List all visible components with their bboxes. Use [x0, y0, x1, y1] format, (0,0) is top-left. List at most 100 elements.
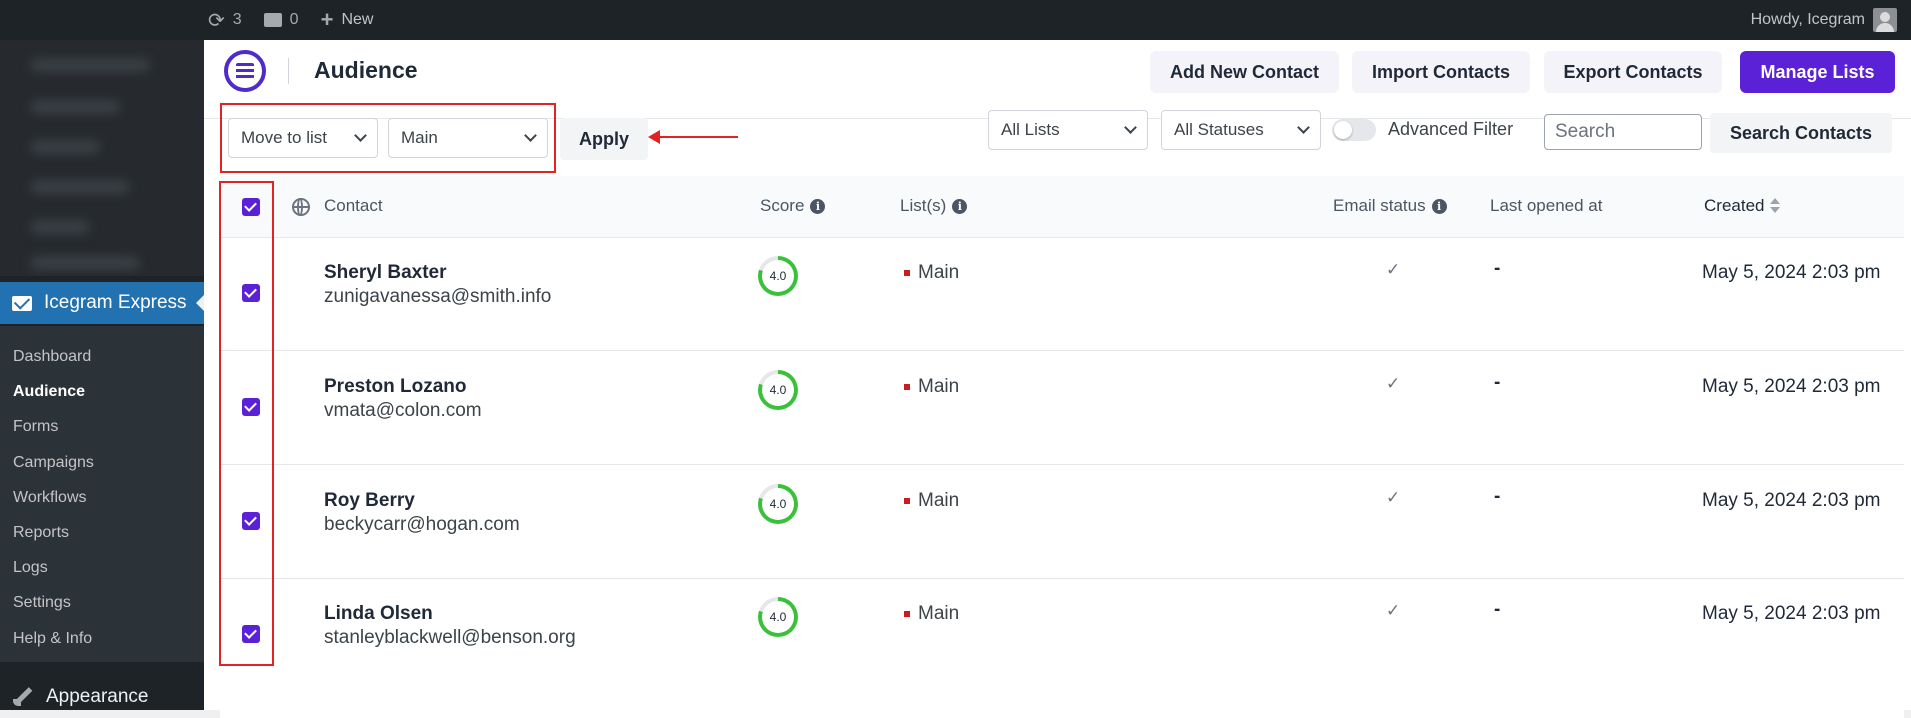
main-panel: Audience Add New Contact Import Contacts… — [204, 40, 1911, 718]
created-date: May 5, 2024 2:03 pm — [1702, 490, 1881, 511]
submenu-audience[interactable]: Audience — [0, 374, 204, 409]
account-menu[interactable]: Howdy, Icegram — [1751, 0, 1897, 40]
last-opened-value: - — [1494, 258, 1501, 279]
column-created[interactable]: Created — [1704, 196, 1781, 216]
apply-button[interactable]: Apply — [560, 118, 648, 160]
list-tag: Main — [904, 490, 959, 512]
list-name: Main — [918, 490, 960, 511]
table-row-partial — [220, 688, 1904, 718]
table-row: Linda Olsen stanleyblackwell@benson.org … — [220, 579, 1904, 692]
export-contacts-button[interactable]: Export Contacts — [1544, 51, 1722, 93]
column-email-status-label: Email status — [1333, 196, 1426, 215]
submenu-reports[interactable]: Reports — [0, 515, 204, 550]
column-lists-label: List(s) — [900, 196, 947, 215]
add-new-contact-button[interactable]: Add New Contact — [1150, 51, 1339, 93]
email-status-check-icon: ✓ — [1386, 488, 1401, 507]
last-opened-value: - — [1494, 599, 1501, 620]
score-ring: 4.0 — [758, 484, 798, 524]
updates-count: 3 — [232, 11, 242, 28]
list-name: Main — [918, 262, 960, 283]
list-name: Main — [918, 376, 960, 397]
table-row: Preston Lozano vmata@colon.com 4.0 Main … — [220, 352, 1904, 465]
info-icon[interactable]: i — [952, 198, 968, 214]
contact-email: vmata@colon.com — [324, 400, 482, 421]
list-dot — [904, 270, 910, 276]
icegram-logo-icon — [224, 50, 266, 92]
column-lists: List(s) i — [900, 196, 968, 216]
info-icon[interactable]: i — [1431, 198, 1447, 214]
table-header: Contact Score i List(s) i Email status i… — [220, 176, 1904, 238]
howdy-text: Howdy, Icegram — [1750, 11, 1865, 28]
refresh-icon: ⟳ — [208, 9, 225, 32]
comments-link[interactable]: 0 — [263, 11, 299, 29]
submenu-help[interactable]: Help & Info — [0, 621, 204, 656]
search-input[interactable] — [1544, 114, 1702, 150]
submenu-logs[interactable]: Logs — [0, 550, 204, 585]
manage-lists-button[interactable]: Manage Lists — [1740, 51, 1895, 93]
plugin-submenu: Dashboard Audience Forms Campaigns Workf… — [0, 326, 204, 662]
import-contacts-button[interactable]: Import Contacts — [1352, 51, 1530, 93]
sidebar-item-label: Appearance — [46, 686, 149, 707]
target-list-select[interactable]: Main — [388, 118, 548, 158]
new-label: New — [341, 11, 374, 28]
column-created-label: Created — [1704, 196, 1765, 215]
created-date: May 5, 2024 2:03 pm — [1702, 262, 1881, 283]
chevron-down-icon — [1297, 121, 1310, 134]
contact-name[interactable]: Roy Berry — [324, 490, 415, 512]
submenu-settings[interactable]: Settings — [0, 585, 204, 620]
status-filter-select[interactable]: All Statuses — [1161, 110, 1321, 150]
score-value: 4.0 — [769, 610, 787, 624]
new-content-link[interactable]: + New — [321, 7, 374, 33]
bulk-action-select[interactable]: Move to list — [228, 118, 378, 158]
score-value: 4.0 — [769, 497, 787, 511]
advanced-filter-label: Advanced Filter — [1388, 119, 1514, 139]
admin-bar: ⟳ 3 0 + New Howdy, Icegram — [0, 0, 1911, 40]
contact-name[interactable]: Linda Olsen — [324, 603, 433, 625]
lists-filter-value: All Lists — [1001, 120, 1060, 139]
sidebar-item-label: Icegram Express — [44, 292, 187, 313]
blurred-menu-region — [0, 40, 204, 276]
info-icon[interactable]: i — [810, 198, 826, 214]
submenu-forms[interactable]: Forms — [0, 409, 204, 444]
score-value: 4.0 — [769, 269, 787, 283]
contact-email: zunigavanessa@smith.info — [324, 286, 552, 307]
table-row: Roy Berry beckycarr@hogan.com 4.0 Main ✓… — [220, 466, 1904, 579]
list-tag: Main — [904, 376, 959, 398]
chevron-down-icon — [524, 129, 537, 142]
comments-count: 0 — [289, 11, 299, 28]
submenu-workflows[interactable]: Workflows — [0, 480, 204, 515]
submenu-dashboard[interactable]: Dashboard — [0, 339, 204, 374]
advanced-filter-toggle[interactable] — [1332, 119, 1376, 141]
admin-sidebar: Icegram Express Dashboard Audience Forms… — [0, 0, 205, 710]
page-title: Audience — [314, 57, 418, 83]
avatar — [1873, 8, 1897, 32]
score-ring: 4.0 — [758, 256, 798, 296]
sidebar-item-appearance[interactable]: Appearance — [0, 680, 204, 714]
table-row: Sheryl Baxter zunigavanessa@smith.info 4… — [220, 238, 1904, 351]
status-filter-value: All Statuses — [1174, 120, 1264, 139]
score-ring: 4.0 — [758, 597, 798, 637]
column-score: Score i — [760, 196, 826, 216]
search-contacts-button[interactable]: Search Contacts — [1710, 113, 1892, 153]
column-contact: Contact — [324, 196, 383, 215]
column-score-label: Score — [760, 196, 805, 215]
list-dot — [904, 498, 910, 504]
chevron-down-icon — [354, 129, 367, 142]
contact-email: beckycarr@hogan.com — [324, 514, 520, 535]
column-email-status: Email status i — [1333, 196, 1447, 216]
sidebar-item-icegram-express[interactable]: Icegram Express — [0, 282, 205, 324]
list-tag: Main — [904, 603, 959, 625]
updates-link[interactable]: ⟳ 3 — [208, 8, 242, 33]
created-date: May 5, 2024 2:03 pm — [1702, 603, 1881, 624]
plus-icon: + — [320, 7, 334, 32]
globe-icon — [292, 198, 310, 216]
submenu-campaigns[interactable]: Campaigns — [0, 445, 204, 480]
sort-icon[interactable] — [1770, 197, 1781, 215]
bulk-action-value: Move to list — [241, 128, 327, 147]
contact-name[interactable]: Preston Lozano — [324, 376, 467, 398]
contact-email: stanleyblackwell@benson.org — [324, 627, 576, 648]
email-status-check-icon: ✓ — [1386, 374, 1401, 393]
list-name: Main — [918, 603, 960, 624]
contact-name[interactable]: Sheryl Baxter — [324, 262, 447, 284]
lists-filter-select[interactable]: All Lists — [988, 110, 1148, 150]
